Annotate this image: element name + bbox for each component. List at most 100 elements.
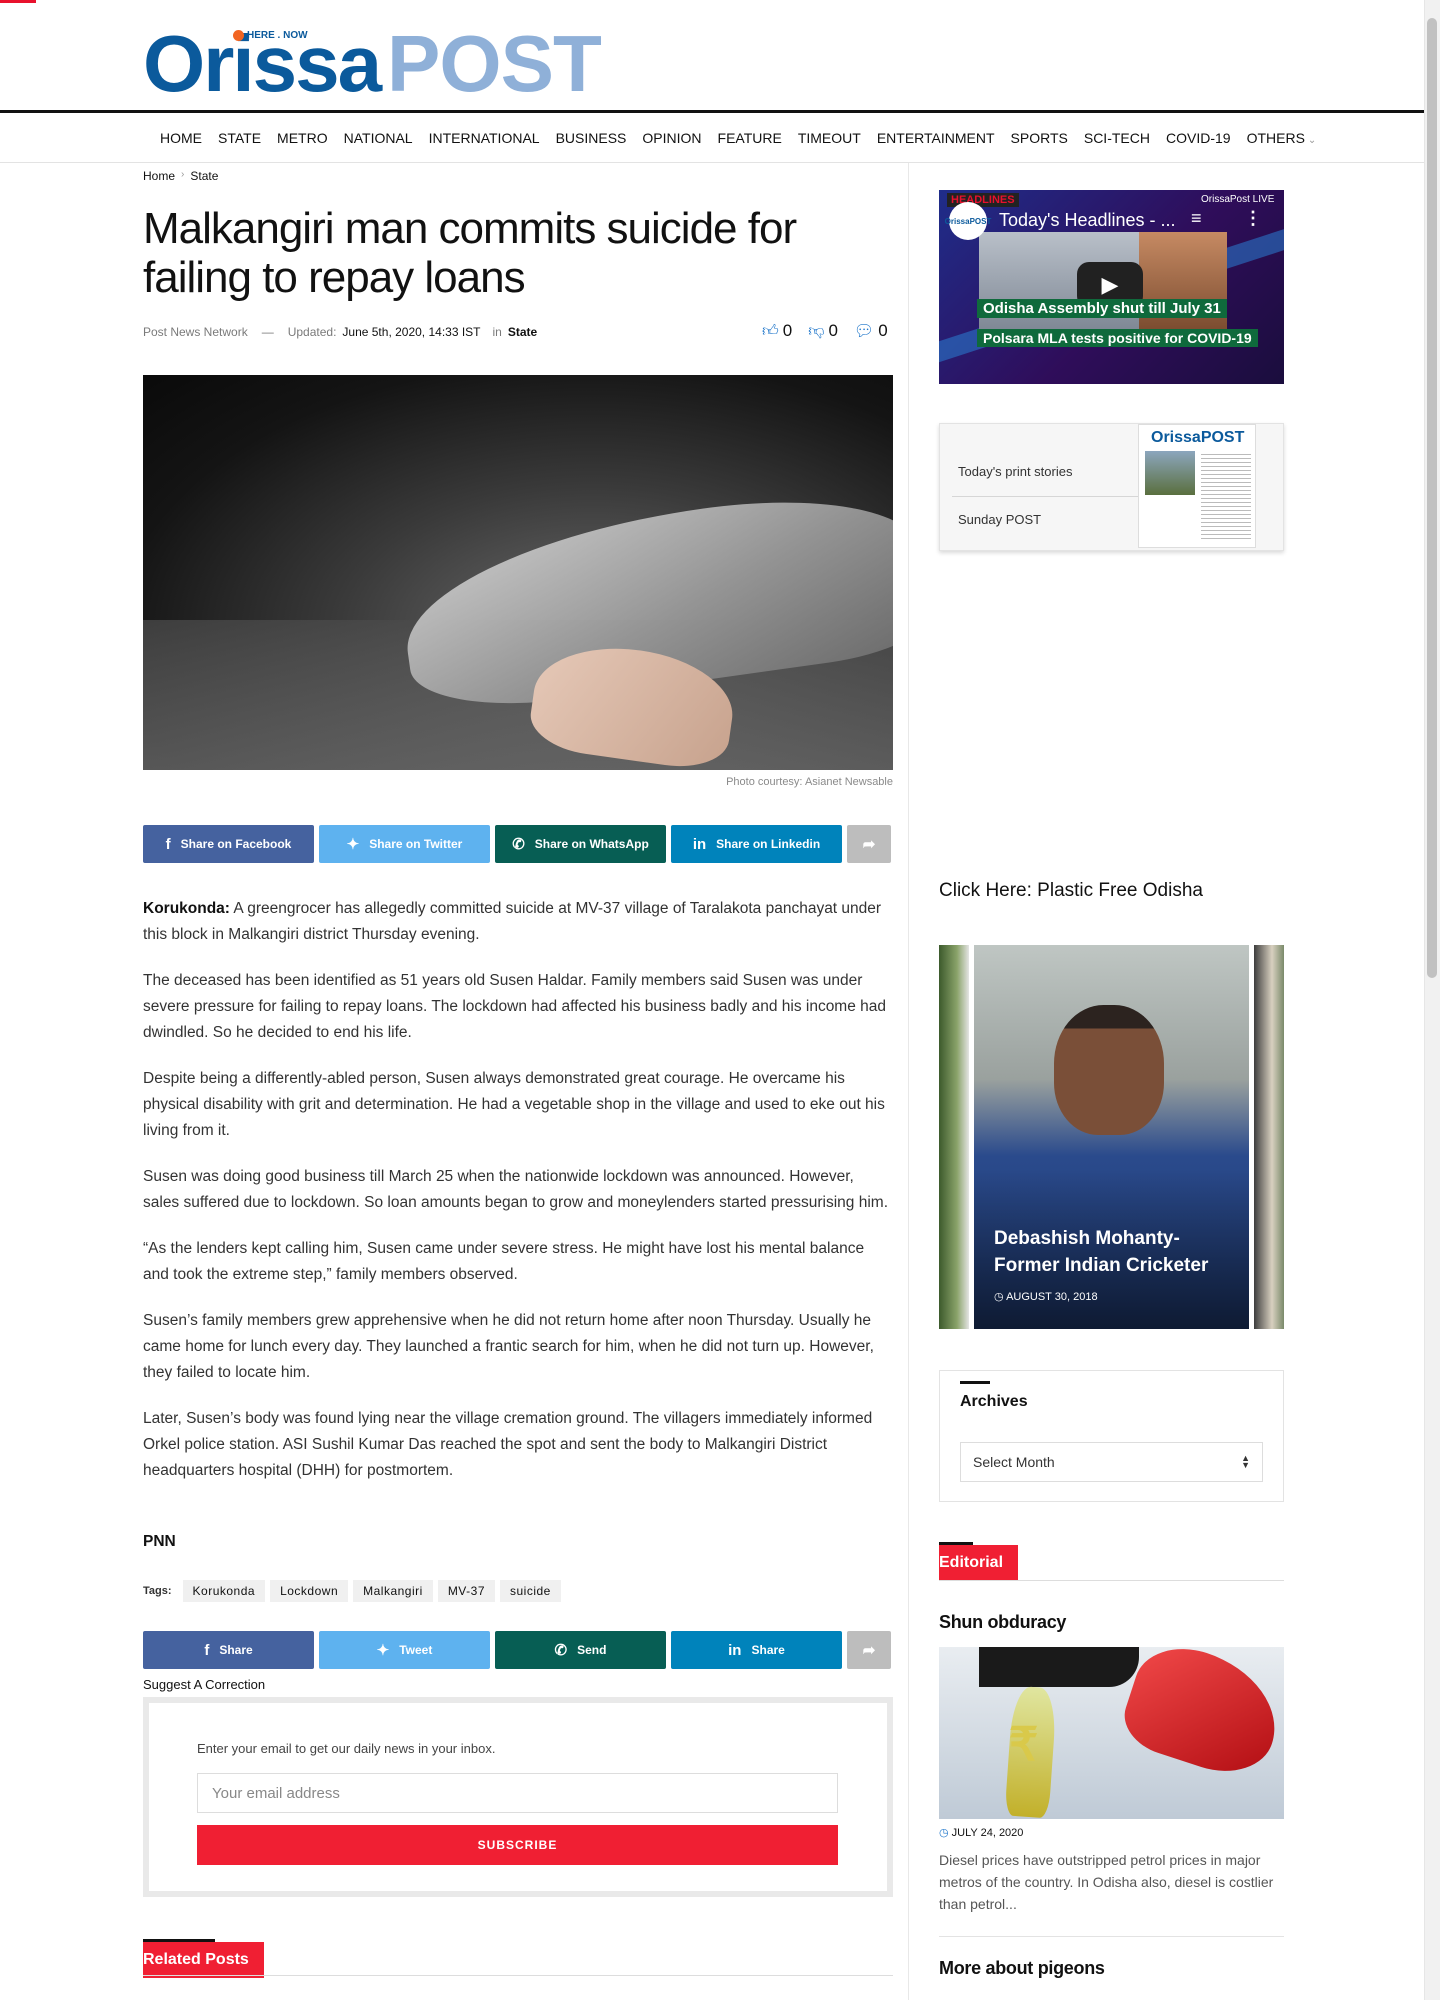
scrollbar-thumb[interactable] (1427, 18, 1437, 978)
sidebar-divider (908, 163, 909, 2000)
editorial-heading: Editorial (939, 1545, 1019, 1581)
article-featured-image (143, 375, 893, 770)
channel-avatar[interactable]: OrissaPOST (945, 202, 991, 240)
related-posts-divider (143, 1975, 893, 1976)
tag-link[interactable]: suicide (500, 1580, 561, 1602)
nav-item-business[interactable]: BUSINESS (556, 130, 627, 146)
nav-item-national[interactable]: NATIONAL (344, 130, 413, 146)
tag-link[interactable]: Korukonda (182, 1580, 266, 1602)
nav-bottom-border (0, 162, 1424, 163)
video-brand: OrissaPost LIVE (1201, 194, 1275, 205)
nav-item-timeout[interactable]: TIMEOUT (798, 130, 861, 146)
share-more-button[interactable]: ➦ (847, 825, 891, 863)
headlines-video-player[interactable]: HEADLINES OrissaPost LIVE OrissaPOST Tod… (939, 190, 1284, 384)
nav-item-state[interactable]: STATE (218, 130, 261, 146)
share-arrow-icon: ➦ (862, 1642, 876, 1659)
slide-date: ◷ AUGUST 30, 2018 (994, 1290, 1098, 1303)
site-logo[interactable]: Orissa HERE . NOW POST (143, 24, 602, 104)
dateline: Korukonda: (143, 900, 230, 917)
comments-button[interactable]: 💬︎ 0 (854, 321, 888, 341)
share-twitter-button[interactable]: ✦ Tweet (319, 1631, 490, 1669)
epaper-thumbnail[interactable]: OrissaPOST (1138, 424, 1256, 548)
breadcrumb-state[interactable]: State (190, 169, 218, 183)
like-button[interactable]: 👍︎ 0 (762, 321, 792, 341)
editorial-post-date: ◷ JULY 24, 2020 (939, 1826, 1023, 1839)
article-title: Malkangiri man commits suicide for faili… (143, 204, 797, 302)
share-whatsapp-button[interactable]: ✆ Send (495, 1631, 666, 1669)
share-linkedin-label: Share (751, 1643, 785, 1657)
logo-dot-icon (233, 30, 244, 41)
nav-item-international[interactable]: INTERNATIONAL (429, 130, 540, 146)
slide-prev-preview[interactable] (939, 945, 969, 1329)
email-field[interactable]: Your email address (197, 1773, 838, 1813)
nav-item-home[interactable]: HOME (160, 130, 202, 146)
comment-count: 0 (878, 321, 888, 340)
share-twitter-button[interactable]: ✦ Share on Twitter (319, 825, 490, 863)
share-bar-bottom: f Share ✦ Tweet ✆ Send in Share ➦ (143, 1631, 891, 1669)
thumbs-up-icon: 👍︎ (762, 323, 779, 340)
share-linkedin-button[interactable]: in Share on Linkedin (671, 825, 842, 863)
share-facebook-label: Share (219, 1643, 253, 1657)
category-link[interactable]: State (508, 325, 537, 339)
playlist-icon[interactable]: ≡ (1191, 208, 1202, 229)
breadcrumb-home[interactable]: Home (143, 169, 175, 183)
article-reactions: 👍︎ 0 👎︎ 0 💬︎ 0 (762, 321, 888, 341)
nav-item-sci-tech[interactable]: SCI-TECH (1084, 130, 1150, 146)
editorial-post-title[interactable]: Shun obduracy (939, 1612, 1066, 1633)
breadcrumb: Home › State (143, 169, 218, 183)
share-facebook-button[interactable]: f Share (143, 1631, 314, 1669)
nav-item-others[interactable]: OTHERS ⌄ (1247, 130, 1317, 146)
article-body: Korukonda: A greengrocer has allegedly c… (143, 896, 893, 1504)
author-link[interactable]: Post News Network (143, 325, 248, 339)
editorial-separator (939, 1936, 1284, 1937)
share-twitter-label: Tweet (399, 1643, 433, 1657)
suggest-correction-link[interactable]: Suggest A Correction (143, 1677, 265, 1692)
in-label: in (492, 325, 502, 339)
share-linkedin-button[interactable]: in Share (671, 1631, 842, 1669)
slide-next-preview[interactable] (1254, 945, 1284, 1329)
article-tags: Tags: Korukonda Lockdown Malkangiri MV-3… (143, 1580, 561, 1602)
article-meta: Post News Network — Updated: June 5th, 2… (143, 325, 537, 339)
archives-title: Archives (960, 1393, 1028, 1410)
tag-link[interactable]: MV-37 (437, 1580, 495, 1602)
updated-label: Updated: (287, 325, 337, 339)
editorial-post-image[interactable]: ₹ (939, 1647, 1284, 1819)
nav-item-metro[interactable]: METRO (277, 130, 328, 146)
top-accent-mark (0, 0, 36, 3)
tag-link[interactable]: Lockdown (270, 1580, 349, 1602)
clock-icon: ◷ (939, 1827, 952, 1839)
editorial-label: Editorial (939, 1554, 1004, 1571)
share-facebook-label: Share on Facebook (180, 837, 292, 851)
more-vertical-icon[interactable]: ⋮ (1244, 208, 1262, 229)
share-more-button[interactable]: ➦ (847, 1631, 891, 1669)
nav-item-opinion[interactable]: OPINION (642, 130, 701, 146)
image-caption: Photo courtesy: Asianet Newsable (726, 776, 893, 788)
share-twitter-label: Share on Twitter (369, 837, 463, 851)
nav-item-covid-19[interactable]: COVID-19 (1166, 130, 1231, 146)
slide-current[interactable]: Debashish Mohanty- Former Indian Cricket… (974, 945, 1249, 1329)
tag-link[interactable]: Malkangiri (353, 1580, 433, 1602)
article-paragraph: Korukonda: A greengrocer has allegedly c… (143, 900, 882, 943)
dislike-button[interactable]: 👎︎ 0 (808, 321, 838, 341)
whatsapp-icon: ✆ (554, 1642, 568, 1659)
archives-month-select[interactable]: Select Month ▲ ▼ (960, 1442, 1263, 1482)
nav-item-sports[interactable]: SPORTS (1011, 130, 1068, 146)
nav-item-feature[interactable]: FEATURE (718, 130, 782, 146)
article-paragraph: Susen was doing good business till March… (143, 1168, 889, 1211)
editorial-post-title[interactable]: More about pigeons (939, 1958, 1105, 1979)
subscribe-button[interactable]: SUBSCRIBE (197, 1825, 838, 1865)
share-linkedin-label: Share on Linkedin (716, 837, 821, 851)
plastic-free-odisha-link[interactable]: Click Here: Plastic Free Odisha (939, 880, 1203, 902)
editorial-post-excerpt: Diesel prices have outstripped petrol pr… (939, 1852, 1274, 1912)
todays-print-stories-link[interactable]: Today's print stories (958, 464, 1072, 479)
share-whatsapp-button[interactable]: ✆ Share on WhatsApp (495, 825, 666, 863)
sunday-post-link[interactable]: Sunday POST (958, 512, 1041, 527)
print-edition-widget: Today's print stories Sunday POST Orissa… (939, 423, 1284, 551)
slide-title[interactable]: Debashish Mohanty- Former Indian Cricket… (994, 1225, 1234, 1279)
nav-item-entertainment[interactable]: ENTERTAINMENT (877, 130, 995, 146)
editorial-post-date-text: JULY 24, 2020 (951, 1827, 1024, 1839)
chevron-down-icon: ⌄ (1307, 134, 1317, 146)
related-posts-heading: Related Posts (143, 1942, 264, 1978)
video-title[interactable]: Today's Headlines - ... (999, 210, 1176, 231)
share-facebook-button[interactable]: f Share on Facebook (143, 825, 314, 863)
